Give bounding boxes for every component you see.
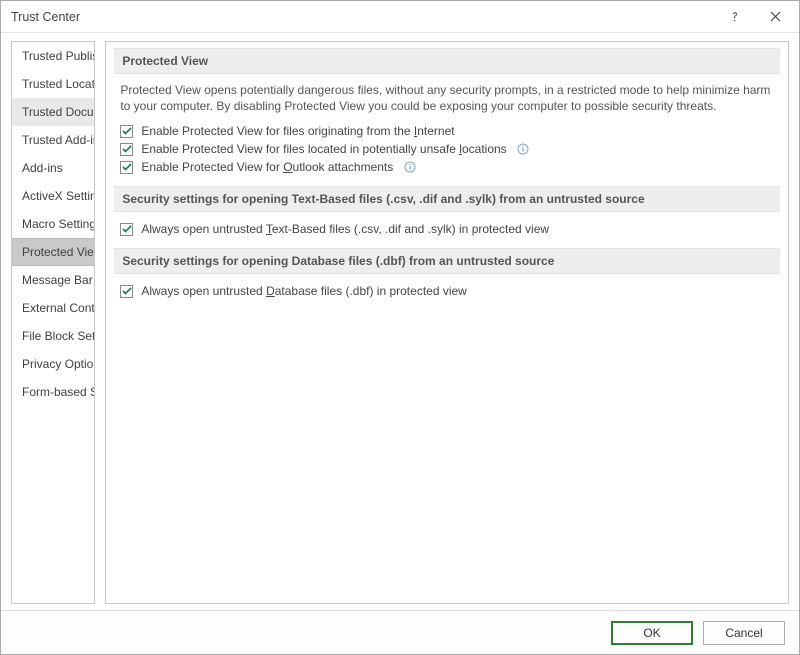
check-icon	[122, 224, 132, 234]
checkbox-row-pv-outlook[interactable]: Enable Protected View for Outlook attach…	[120, 158, 774, 176]
section-body-database: Always open untrusted Database files (.d…	[114, 282, 780, 310]
sidebar-item-label: Privacy Options	[22, 357, 95, 371]
sidebar-item-label: ActiveX Settings	[22, 189, 95, 203]
sidebar-item-label: Trusted Documents	[22, 105, 95, 119]
dialog-footer: OK Cancel	[1, 610, 799, 654]
checkbox-database[interactable]	[120, 285, 133, 298]
sidebar-item-label: Trusted Locations	[22, 77, 95, 91]
sidebar-item-privacy-options[interactable]: Privacy Options	[12, 350, 94, 378]
sidebar-item-add-ins[interactable]: Add-ins	[12, 154, 94, 182]
sidebar-item-label: External Content	[22, 301, 95, 315]
sidebar-item-label: Macro Settings	[22, 217, 95, 231]
sidebar-item-form-based-sign-in[interactable]: Form-based Sign-in	[12, 378, 94, 406]
section-body-protected-view: Protected View opens potentially dangero…	[114, 82, 780, 186]
sidebar-item-label: Add-ins	[22, 161, 63, 175]
category-sidebar: Trusted Publishers Trusted Locations Tru…	[11, 41, 95, 604]
check-icon	[122, 126, 132, 136]
help-icon	[729, 11, 741, 23]
checkbox-label: Enable Protected View for files located …	[141, 142, 506, 156]
sidebar-item-label: Protected View	[22, 245, 95, 259]
sidebar-item-trusted-documents[interactable]: Trusted Documents	[12, 98, 94, 126]
section-header-text-based: Security settings for opening Text-Based…	[114, 186, 780, 212]
protected-view-description: Protected View opens potentially dangero…	[120, 82, 774, 114]
sidebar-item-label: Trusted Add-in Catalogs	[22, 133, 95, 147]
checkbox-label: Always open untrusted Text-Based files (…	[141, 222, 549, 236]
dialog-body: Trusted Publishers Trusted Locations Tru…	[1, 33, 799, 610]
checkbox-label: Enable Protected View for files originat…	[141, 124, 454, 138]
sidebar-item-label: Form-based Sign-in	[22, 385, 95, 399]
check-icon	[122, 144, 132, 154]
sidebar-item-protected-view[interactable]: Protected View	[12, 238, 94, 266]
info-icon[interactable]	[403, 161, 416, 174]
checkbox-textbased[interactable]	[120, 223, 133, 236]
check-icon	[122, 286, 132, 296]
sidebar-item-label: Message Bar	[22, 273, 93, 287]
sidebar-item-trusted-locations[interactable]: Trusted Locations	[12, 70, 94, 98]
checkbox-pv-internet[interactable]	[120, 125, 133, 138]
trust-center-dialog: Trust Center Trusted Publishers Trusted …	[0, 0, 800, 655]
section-header-database: Security settings for opening Database f…	[114, 248, 780, 274]
checkbox-pv-outlook[interactable]	[120, 161, 133, 174]
checkbox-row-database[interactable]: Always open untrusted Database files (.d…	[120, 282, 774, 300]
close-icon	[770, 11, 781, 22]
close-button[interactable]	[755, 3, 795, 31]
checkbox-pv-unsafe-locations[interactable]	[120, 143, 133, 156]
window-title: Trust Center	[11, 10, 715, 24]
cancel-button[interactable]: Cancel	[703, 621, 785, 645]
section-header-protected-view: Protected View	[114, 48, 780, 74]
sidebar-item-label: File Block Settings	[22, 329, 95, 343]
sidebar-item-activex-settings[interactable]: ActiveX Settings	[12, 182, 94, 210]
content-panel: Protected View Protected View opens pote…	[105, 41, 789, 604]
sidebar-item-macro-settings[interactable]: Macro Settings	[12, 210, 94, 238]
checkbox-label: Always open untrusted Database files (.d…	[141, 284, 467, 298]
sidebar-item-file-block-settings[interactable]: File Block Settings	[12, 322, 94, 350]
ok-button[interactable]: OK	[611, 621, 693, 645]
checkbox-row-pv-unsafe-locations[interactable]: Enable Protected View for files located …	[120, 140, 774, 158]
sidebar-item-trusted-publishers[interactable]: Trusted Publishers	[12, 42, 94, 70]
section-body-text-based: Always open untrusted Text-Based files (…	[114, 220, 780, 248]
info-icon[interactable]	[517, 143, 530, 156]
check-icon	[122, 162, 132, 172]
sidebar-item-message-bar[interactable]: Message Bar	[12, 266, 94, 294]
checkbox-row-textbased[interactable]: Always open untrusted Text-Based files (…	[120, 220, 774, 238]
help-button[interactable]	[715, 3, 755, 31]
sidebar-item-trusted-addin-catalogs[interactable]: Trusted Add-in Catalogs	[12, 126, 94, 154]
checkbox-label: Enable Protected View for Outlook attach…	[141, 160, 393, 174]
sidebar-item-external-content[interactable]: External Content	[12, 294, 94, 322]
checkbox-row-pv-internet[interactable]: Enable Protected View for files originat…	[120, 122, 774, 140]
titlebar: Trust Center	[1, 1, 799, 33]
sidebar-item-label: Trusted Publishers	[22, 49, 95, 63]
